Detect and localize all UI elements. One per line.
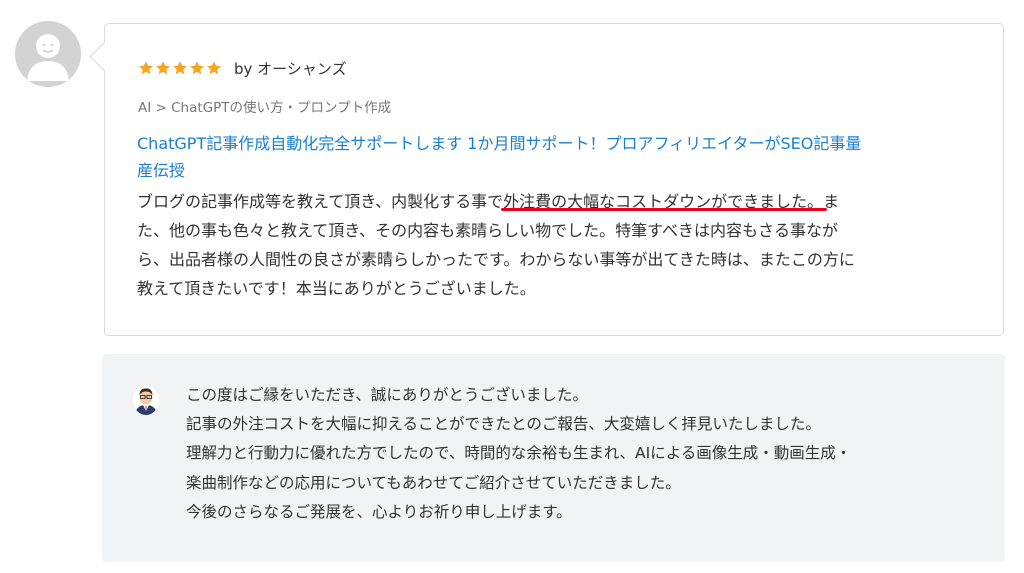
review-body: ブログの記事作成等を教えて頂き、内製化する事で外注費の大幅なコストダウンができま… (137, 187, 982, 303)
review-body-line: 教えて頂きたいです！本当にありがとうございました。 (137, 279, 536, 298)
reply-line: 楽曲制作などの応用についてもあわせてご紹介させていただきました。 (186, 473, 681, 492)
highlighted-phrase: 外注費の大幅なコストダウンができました。 (501, 192, 828, 211)
category-breadcrumb[interactable]: AI > ChatGPTの使い方・プロンプト作成 (138, 96, 391, 116)
reply-line: 今後のさらなるご発展を、心よりお祈り申し上げます。 (186, 502, 572, 521)
reply-line: 理解力と行動力に優れた方でしたので、時間的な余裕も生まれ、AIによる画像生成・動… (186, 444, 852, 463)
reply-line: この度はご縁をいただき、誠にありがとうございました。 (186, 386, 588, 404)
review-card: by オーシャンズ AI > ChatGPTの使い方・プロンプト作成 ChatG… (89, 23, 1004, 336)
star-icon (207, 61, 221, 75)
rating-stars (138, 60, 222, 76)
review-author: by オーシャンズ (234, 59, 347, 78)
reply-line: 記事の外注コストを大幅に抑えることができたとのご報告、大変嬉しく拝見いたしました… (186, 415, 821, 434)
review-body-line: ら、出品者様の人間性の良さが素晴らしかったです。わからない事等が出てきた時は、ま… (137, 250, 855, 269)
rating-row: by オーシャンズ (138, 57, 347, 79)
star-icon (190, 61, 204, 75)
review-body-line: た、他の事も色々と教えて頂き、その内容も素晴らしい物でした。特筆すべきは内容もさ… (137, 221, 838, 240)
service-title-link[interactable]: ChatGPT記事作成自動化完全サポートします 1か月間サポート！プロアフィリエ… (137, 130, 982, 184)
red-underline-mark (501, 208, 828, 211)
reviewer-avatar-icon (15, 21, 81, 87)
seller-reply-text: この度はご縁をいただき、誠にありがとうございました。記事の外注コストを大幅に抑え… (186, 381, 986, 527)
seller-reply-box: この度はご縁をいただき、誠にありがとうございました。記事の外注コストを大幅に抑え… (102, 354, 1005, 562)
review-body-line: ブログの記事作成等を教えて頂き、内製化する事で外注費の大幅なコストダウンができま… (137, 192, 840, 211)
seller-avatar-icon (133, 385, 159, 415)
star-icon (156, 61, 170, 75)
speech-bubble-tail (89, 41, 120, 72)
star-icon (173, 61, 187, 75)
star-icon (139, 61, 153, 75)
